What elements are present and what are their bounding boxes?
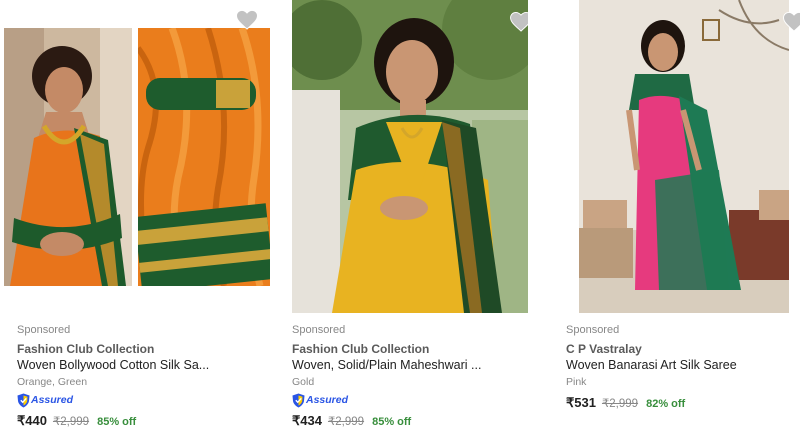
assured-shield-icon — [17, 393, 30, 407]
saree-model-photo — [4, 28, 132, 286]
product-card[interactable]: Sponsored C P Vastralay Woven Banarasi A… — [550, 0, 800, 429]
brand-name: C P Vastralay — [566, 342, 642, 356]
selling-price: ₹531 — [566, 395, 596, 410]
product-image[interactable] — [4, 0, 270, 300]
discount-percent: 85% off — [97, 416, 137, 428]
product-image[interactable] — [292, 0, 528, 315]
sponsored-label: Sponsored — [17, 324, 71, 336]
discount-percent: 85% off — [372, 416, 412, 428]
saree-model-photo — [579, 0, 789, 313]
original-price: ₹2,999 — [52, 416, 90, 428]
price-row: ₹440 ₹2,999 85% off — [17, 413, 136, 429]
sponsored-label: Sponsored — [566, 324, 620, 336]
saree-fabric-photo — [138, 28, 270, 286]
product-image[interactable] — [579, 0, 800, 315]
product-colors: Orange, Green — [17, 376, 88, 388]
wishlist-heart-icon[interactable] — [510, 12, 528, 32]
product-card[interactable]: Sponsored Fashion Club Collection Woven … — [0, 0, 275, 429]
price-row: ₹531 ₹2,999 82% off — [566, 395, 685, 411]
sponsored-label: Sponsored — [292, 324, 346, 336]
product-title[interactable]: Woven, Solid/Plain Maheshwari ... — [292, 358, 481, 372]
original-price: ₹2,999 — [327, 416, 365, 428]
selling-price: ₹434 — [292, 413, 322, 428]
product-colors: Gold — [292, 376, 315, 388]
product-title[interactable]: Woven Bollywood Cotton Silk Sa... — [17, 358, 209, 372]
product-card[interactable]: Sponsored Fashion Club Collection Woven,… — [275, 0, 550, 429]
brand-name: Fashion Club Collection — [292, 342, 430, 356]
assured-badge: Assured — [292, 392, 348, 408]
product-colors: Pink — [566, 376, 587, 388]
assured-text: Assured — [306, 394, 349, 406]
assured-shield-icon — [292, 393, 305, 407]
wishlist-heart-icon[interactable] — [783, 12, 800, 32]
assured-badge: Assured — [17, 392, 73, 408]
product-title[interactable]: Woven Banarasi Art Silk Saree — [566, 358, 737, 372]
assured-text: Assured — [31, 394, 74, 406]
price-row: ₹434 ₹2,999 85% off — [292, 413, 411, 429]
saree-model-photo — [292, 0, 528, 313]
discount-percent: 82% off — [646, 398, 686, 410]
wishlist-heart-icon[interactable] — [236, 10, 258, 30]
selling-price: ₹440 — [17, 413, 47, 428]
original-price: ₹2,999 — [601, 398, 639, 410]
brand-name: Fashion Club Collection — [17, 342, 155, 356]
